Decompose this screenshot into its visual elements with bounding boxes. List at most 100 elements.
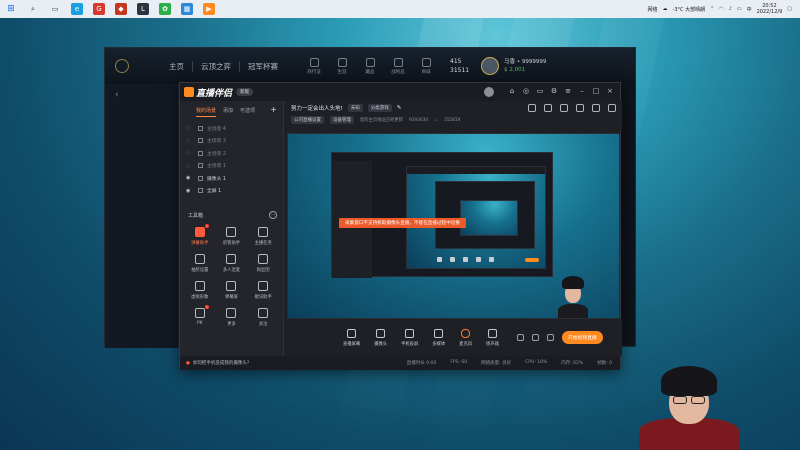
tab-add[interactable]: 添加 [223,107,233,117]
edge-browser-icon[interactable]: e [71,3,83,15]
scene-item[interactable]: ◌ 主场景 3 [180,135,283,148]
start-live-button[interactable]: 开始视频直播 [561,331,603,344]
client-career-button[interactable]: 生涯 [334,57,350,75]
microphone-button[interactable]: 麦克风 [459,328,472,347]
maximize-icon[interactable]: □ [592,87,600,95]
tool-danmaku-helper[interactable]: • 弹幕助手 [184,224,216,246]
screen-share-button[interactable]: 直播屏幕 [343,328,360,347]
client-pass-button[interactable]: 商行证 [306,57,322,75]
weather-text[interactable]: -3°C 大部晴朗 [673,6,706,13]
download-icon[interactable] [560,104,568,112]
camera-button[interactable]: 摄像头 [374,328,387,347]
notification-icon[interactable]: ▢ [787,6,792,12]
link-mic-icon [226,254,237,264]
eye-icon[interactable]: ◉ [186,188,193,194]
game-launcher-icon[interactable]: ◆ [115,3,127,15]
version-button[interactable]: 新版 [236,88,254,96]
search-icon[interactable]: ⌕ [27,3,39,15]
volume-icon[interactable]: ♪ [729,6,732,12]
edit-icon[interactable]: ✎ [397,105,402,111]
eye-icon[interactable]: ◉ [186,175,193,181]
wechat-icon[interactable]: ✿ [159,3,171,15]
stream-preview[interactable]: 采集窗口不支持抓取摄像头直播，不能在直播过程中切换 [287,133,620,319]
scene-item[interactable]: ◉ 摄像头 1 [180,172,283,185]
tool-follow[interactable]: 关注 [247,308,279,327]
nav-cup[interactable]: 冠军杯赛 [239,60,278,72]
user-avatar[interactable] [484,87,494,97]
preview-eye-icon[interactable] [531,334,539,341]
app-g-icon[interactable]: G [93,3,105,15]
app-blue-icon[interactable]: ▦ [181,3,193,15]
headset-icon[interactable]: ◎ [522,87,530,95]
client-logo [115,59,129,73]
device-manager-chip[interactable]: 设备管理 [330,116,354,124]
tool-fan-club[interactable]: 粉丝团 [247,254,279,273]
chevron-left-icon[interactable]: ‹ [115,90,119,100]
clock[interactable]: 20:52 2022/12/9 [757,3,783,15]
desktop: { "taskbar": { "wifi_label": "网络", "weat… [0,0,800,450]
tool-danmaku-screen[interactable]: 弹幕屏 [216,281,248,300]
eye-hidden-icon[interactable]: ◌ [186,163,193,169]
nav-tft[interactable]: 云顶之弈 [192,60,231,72]
more-icon[interactable]: ··· [269,211,277,219]
preview-nested-start-button [525,258,539,262]
scene-item[interactable]: ◌ 主场景 1 [180,160,283,173]
tab-my-scenes[interactable]: 我的场景 [196,107,217,117]
scene-item[interactable]: ◌ 主场景 4 [180,122,283,135]
message-icon[interactable]: ▭ [536,87,544,95]
screen-mode-icon[interactable] [608,104,616,112]
logo-icon [184,87,194,97]
tool-avatar[interactable]: 虚拟形象 [184,281,216,300]
stream-title[interactable]: 努力一定会出人头地! [291,104,343,112]
multimedia-button[interactable]: 多媒体 [432,328,445,347]
room-id[interactable]: 9293030 [409,118,428,123]
tool-streamer-task[interactable]: 主播任务 [247,227,279,246]
menu-icon[interactable]: ≡ [564,87,572,95]
ime-icon[interactable]: 中 [747,6,752,13]
shop-icon[interactable] [544,104,552,112]
stream-settings-chip[interactable]: 公司直播设置 [291,116,324,124]
tag-chip[interactable]: 分类游戏 [367,103,392,112]
windows-start-icon[interactable]: ⊞ [5,3,17,15]
tool-lottery[interactable]: 抽奖设置 [184,254,216,273]
live-companion-icon[interactable]: ▶ [203,3,215,15]
phone-camera-tip[interactable]: 如何把手机变成我的摄像头? [193,360,249,366]
tool-multi-mic[interactable]: 多人连麦 [216,254,248,273]
settings-icon[interactable]: ⚙ [550,87,558,95]
gift-icon[interactable]: ⌂ [508,87,516,95]
client-loot-button[interactable]: 战利品 [390,57,406,75]
wifi-icon[interactable]: ◠ [719,6,723,12]
client-collection-button[interactable]: 藏品 [362,57,378,75]
share-icon[interactable] [592,104,600,112]
tab-options[interactable]: 可选项 [240,107,255,117]
tool-pk[interactable]: • PK [184,305,216,327]
nav-home[interactable]: 主页 [169,61,184,72]
speaker-button[interactable]: 扬声器 [486,328,499,347]
scene-item[interactable]: ◌ 主场景 2 [180,147,283,160]
eye-hidden-icon[interactable]: ◌ [186,125,193,131]
tool-lyrics[interactable]: 歌词助手 [247,281,279,300]
tool-room-manager[interactable]: 房管助手 [216,227,248,246]
eye-hidden-icon[interactable]: ◌ [186,138,193,144]
capture-warning-banner[interactable]: 采集窗口不支持抓取摄像头直播，不能在直播过程中切换 [339,218,466,228]
phone-cast-button[interactable]: 手机投屏 [401,328,418,347]
eye-hidden-icon[interactable]: ◌ [186,150,193,156]
network-label[interactable]: 网络 [648,6,658,13]
lol-client-icon[interactable]: L [137,3,149,15]
tool-more[interactable]: 更多 [216,308,248,327]
record-icon[interactable] [516,334,524,341]
minimize-icon[interactable]: – [578,87,586,95]
task-view-icon[interactable]: ▭ [49,3,61,15]
source-icon [198,150,203,156]
gear-icon[interactable] [546,334,554,341]
client-store-button[interactable]: 商城 [418,57,434,75]
scene-item[interactable]: ◉ 全屏 1 [180,185,283,198]
close-icon[interactable]: × [606,87,614,95]
gift-rank-icon[interactable] [528,104,536,112]
chevron-up-icon[interactable]: ⌃ [710,6,714,12]
bell-icon[interactable] [576,104,584,112]
category-chip[interactable]: 未知 [347,103,363,112]
battery-icon[interactable]: ▭ [737,6,742,12]
add-scene-icon[interactable]: + [270,106,277,117]
client-avatar[interactable] [481,57,500,75]
